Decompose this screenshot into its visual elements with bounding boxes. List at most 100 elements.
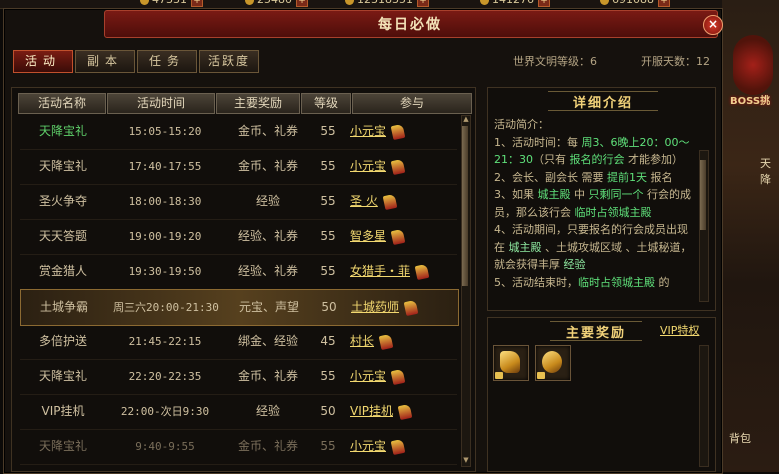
ingot-icon: [245, 0, 254, 5]
armor-icon: [500, 351, 520, 373]
resource-value: 691088: [612, 0, 654, 6]
activity-name: 天天答题: [38, 229, 87, 243]
teleport-boot-icon[interactable]: [397, 403, 413, 420]
activity-row[interactable]: 圣火争夺 18:00-18:30 经验 55 圣 火: [20, 184, 457, 220]
reward-slot[interactable]: [493, 345, 529, 381]
activity-reward: 金币、礼券: [237, 439, 298, 453]
activity-level: 55: [320, 159, 336, 173]
header-reward: 主要奖励: [216, 93, 300, 114]
join-cell: 小元宝: [350, 429, 450, 464]
activity-row[interactable]: VIP挂机 22:00-次日9:30 经验 50 VIP挂机: [20, 394, 457, 430]
npc-link[interactable]: 女猎手・菲: [350, 264, 410, 278]
npc-link[interactable]: 小元宝: [350, 439, 386, 453]
reward-scrollbar[interactable]: [699, 345, 709, 467]
tab-dungeons[interactable]: 副本: [75, 50, 135, 73]
scroll-down-icon[interactable]: ▼: [461, 456, 471, 465]
join-cell: 智多星: [350, 219, 450, 254]
header-time: 活动时间: [107, 93, 215, 114]
teleport-boot-icon[interactable]: [382, 193, 398, 210]
teleport-boot-icon[interactable]: [390, 228, 406, 245]
teleport-boot-icon[interactable]: [390, 368, 406, 385]
detail-text: 活动简介： 1、活动时间：每 周3、6晚上20：00～21：30（只有 报名的行…: [494, 116, 696, 291]
tab-activity-points[interactable]: 活跃度: [199, 50, 259, 73]
activity-reward: 经验: [255, 194, 280, 208]
npc-link[interactable]: 圣 火: [350, 194, 378, 208]
scroll-up-icon[interactable]: ▲: [461, 115, 471, 124]
join-cell: 圣 火: [350, 184, 450, 219]
activity-time: 22:00-次日9:30: [120, 405, 210, 418]
teleport-boot-icon[interactable]: [390, 158, 406, 175]
detail-line-5: 5、活动结束时，临时占领城主殿 的: [494, 275, 670, 289]
activity-time: 18:00-18:30: [128, 195, 202, 208]
activity-name: 多倍护送: [38, 334, 87, 348]
activity-name: 天降宝礼: [38, 124, 87, 138]
teleport-boot-icon[interactable]: [390, 438, 406, 455]
boss-emblem-icon[interactable]: [733, 35, 773, 95]
detail-heading: 详细介绍: [548, 91, 658, 111]
activity-name: 赏金猎人: [38, 264, 87, 278]
boss-challenge-label[interactable]: BOSS挑: [730, 92, 770, 107]
resource-gold: 47331 +: [140, 0, 203, 7]
join-cell: 村长: [350, 324, 450, 359]
activity-row[interactable]: 天降宝礼 22:20-22:35 金币、礼券 55 小元宝: [20, 359, 457, 395]
activity-row[interactable]: 天降宝礼 17:40-17:55 金币、礼券 55 小元宝: [20, 149, 457, 185]
teleport-boot-icon[interactable]: [414, 263, 430, 280]
activity-level: 45: [320, 334, 336, 348]
add-icon[interactable]: +: [191, 0, 203, 7]
npc-link[interactable]: 小元宝: [350, 124, 386, 138]
activity-time: 17:40-17:55: [128, 160, 202, 173]
resource-value: 12318351: [357, 0, 413, 6]
activity-time: 22:20-22:35: [128, 370, 202, 383]
activity-reward: 金币、礼券: [237, 124, 298, 138]
reward-slot[interactable]: [535, 345, 571, 381]
teleport-boot-icon[interactable]: [403, 299, 419, 316]
add-icon[interactable]: +: [296, 0, 308, 7]
activity-level: 55: [320, 369, 336, 383]
vip-privilege-link[interactable]: VIP特权: [660, 322, 699, 338]
activity-reward: 经验: [255, 404, 280, 418]
detail-scroll-thumb[interactable]: [700, 160, 706, 230]
activity-reward: 金币、礼券: [237, 159, 298, 173]
activity-time: 19:00-19:20: [128, 230, 202, 243]
close-button[interactable]: ×: [703, 15, 723, 35]
npc-link[interactable]: 土城药师: [351, 300, 399, 314]
detail-line-2: 2、会长、副会长 需要 提前1天 报名: [494, 170, 673, 184]
teleport-boot-icon[interactable]: [390, 123, 406, 140]
table-scroll-thumb[interactable]: [462, 126, 468, 286]
npc-link[interactable]: 小元宝: [350, 159, 386, 173]
activity-row[interactable]: 天天答题 19:00-19:20 经验、礼券 55 智多星: [20, 219, 457, 255]
window-title: 每日必做: [378, 17, 442, 33]
teleport-boot-icon[interactable]: [378, 333, 394, 350]
detail-intro: 活动简介：: [494, 118, 549, 131]
civilization-level: 世界文明等级：6: [513, 55, 597, 68]
tab-quests[interactable]: 任务: [137, 50, 197, 73]
add-icon[interactable]: +: [538, 0, 550, 7]
activity-row[interactable]: 多倍护送 21:45-22:15 绑金、经验 45 村长: [20, 324, 457, 360]
activity-level: 55: [320, 229, 336, 243]
detail-line-3: 3、如果 城主殿 中 只剩同一个 行会的成员，那么该行会 临时占领城主殿: [494, 188, 691, 219]
npc-link[interactable]: VIP挂机: [350, 404, 393, 418]
add-icon[interactable]: +: [417, 0, 429, 7]
activity-time: 周三六20:00-21:30: [113, 301, 219, 314]
activity-name: 土城争霸: [39, 300, 88, 314]
header-name: 活动名称: [18, 93, 106, 114]
activity-row[interactable]: 天降宝礼 15:05-15:20 金币、礼券 55 小元宝: [20, 114, 457, 150]
bag-button[interactable]: 背包: [729, 430, 751, 446]
activity-time: 15:05-15:20: [128, 125, 202, 138]
activity-time: 9:40-9:55: [135, 440, 195, 453]
coin-icon: [345, 0, 354, 5]
join-cell: 小元宝: [350, 359, 450, 394]
activity-level: 55: [320, 124, 336, 138]
activity-reward: 金币、礼券: [237, 369, 298, 383]
activity-reward: 元宝、声望: [238, 300, 299, 314]
join-cell: VIP挂机: [350, 394, 450, 429]
activity-row[interactable]: 土城争霸 周三六20:00-21:30 元宝、声望 50 土城药师: [20, 289, 459, 326]
npc-link[interactable]: 村长: [350, 334, 374, 348]
activity-row[interactable]: 天降宝礼 9:40-9:55 金币、礼券 55 小元宝: [20, 429, 457, 465]
activity-level: 55: [320, 439, 336, 453]
npc-link[interactable]: 智多星: [350, 229, 386, 243]
activity-row[interactable]: 赏金猎人 19:30-19:50 经验、礼券 55 女猎手・菲: [20, 254, 457, 290]
add-icon[interactable]: +: [658, 0, 670, 7]
npc-link[interactable]: 小元宝: [350, 369, 386, 383]
tab-activities[interactable]: 活动: [13, 50, 73, 73]
